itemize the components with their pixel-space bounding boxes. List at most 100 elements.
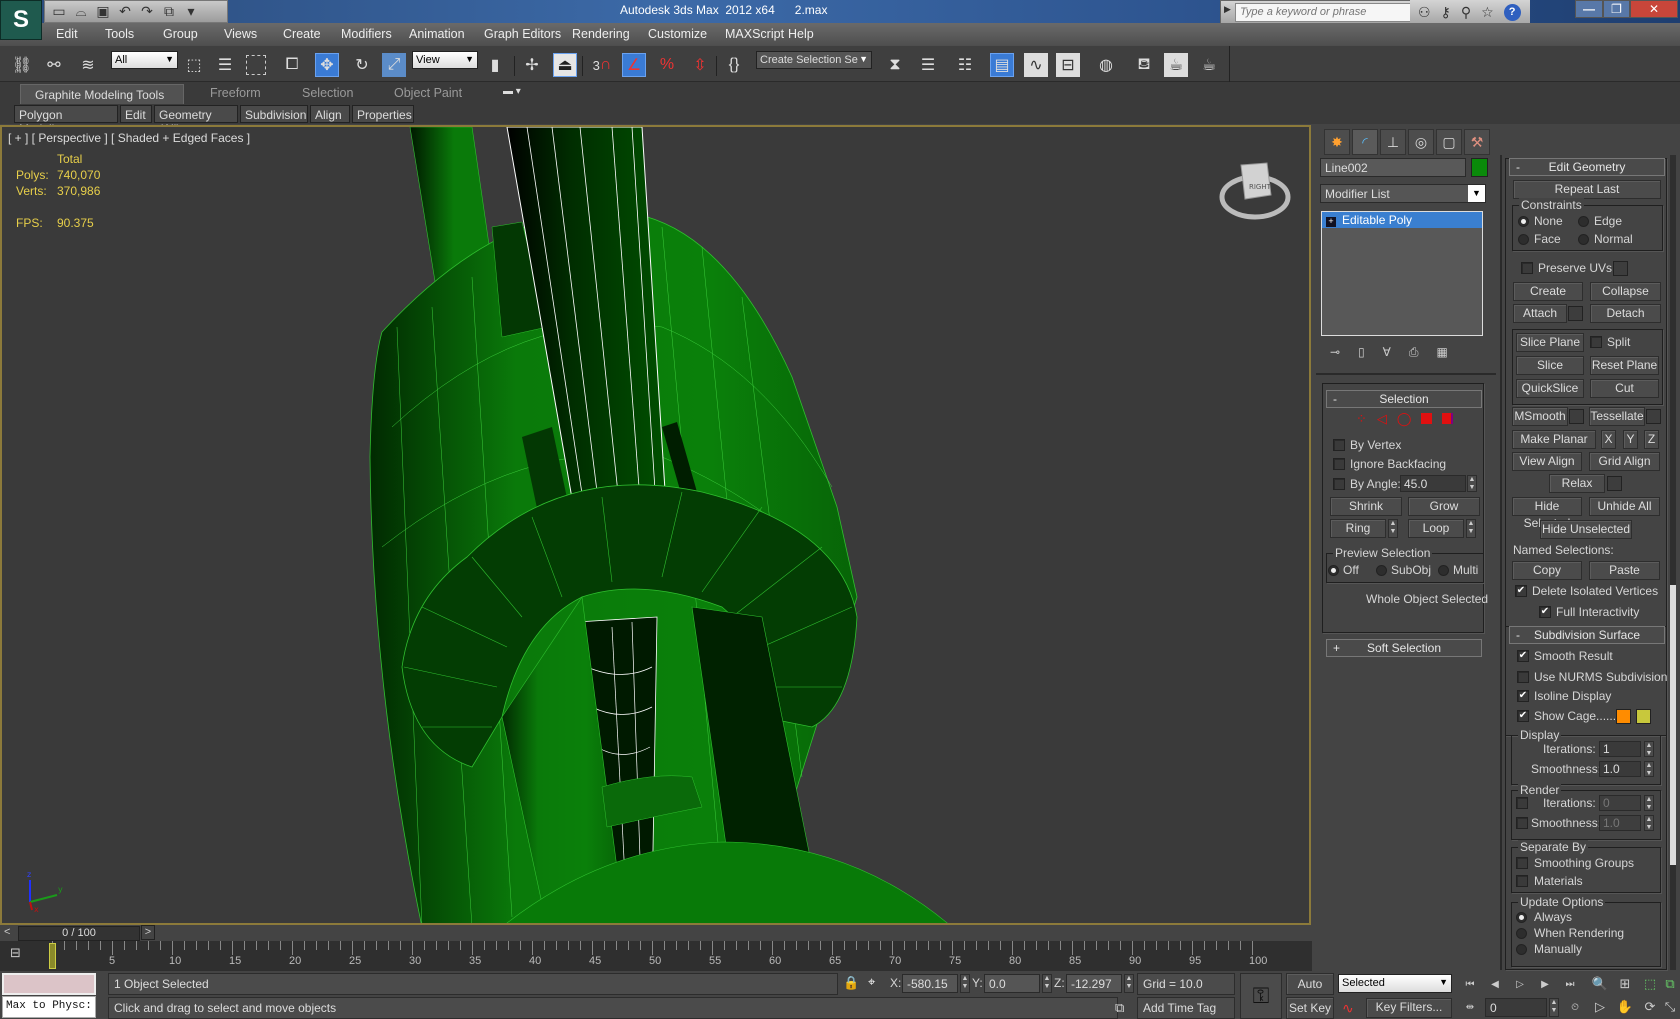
subdivision-surface-header[interactable]: - Subdivision Surface <box>1509 626 1665 644</box>
menu-rendering[interactable]: Rendering <box>572 27 630 41</box>
collapse-button[interactable]: Collapse <box>1590 282 1661 301</box>
bind-space-warp-icon[interactable]: ≋ <box>76 53 100 77</box>
display-icon[interactable]: ▢ <box>1436 129 1462 155</box>
tab-selection[interactable]: Selection <box>302 86 353 100</box>
set-keys-key-icon[interactable]: ⚿ <box>1240 973 1282 1019</box>
hide-unselected-button[interactable]: Hide Unselected <box>1540 520 1632 539</box>
utilities-icon[interactable]: ⚒ <box>1464 129 1490 155</box>
update-always-radio[interactable] <box>1516 912 1527 923</box>
render-smoothness-checkbox[interactable] <box>1516 817 1528 829</box>
pivot-center-icon[interactable]: ▮ <box>483 53 507 77</box>
preserve-uvs-checkbox[interactable] <box>1521 262 1533 274</box>
save-icon[interactable]: ▣ <box>95 3 111 20</box>
by-angle-input[interactable]: 45.0 <box>1400 475 1466 492</box>
menu-help[interactable]: Help <box>788 27 814 41</box>
menu-edit[interactable]: Edit <box>56 27 78 41</box>
search-input[interactable] <box>1235 2 1411 22</box>
key-filters-button[interactable]: Key Filters... <box>1366 998 1452 1018</box>
material-editor-icon[interactable]: ◍ <box>1094 53 1118 77</box>
modify-icon[interactable]: ◜ <box>1352 129 1378 155</box>
render-production-icon[interactable]: ☕ <box>1197 53 1221 77</box>
current-frame-field[interactable]: 0 <box>1485 998 1547 1017</box>
schematic-view-icon[interactable]: ⊟ <box>1056 53 1080 77</box>
cage-selection-color-swatch[interactable] <box>1636 709 1651 724</box>
select-and-move-icon[interactable]: ✥ <box>315 53 339 77</box>
relax-settings-button[interactable] <box>1607 476 1622 491</box>
maxscript-mini-listener[interactable]: Max to Physc: <box>2 996 96 1018</box>
scene-model[interactable] <box>2 127 1311 925</box>
layer-manager-icon[interactable]: ☷ <box>953 53 977 77</box>
project-icon[interactable]: ⧉ <box>161 3 177 20</box>
ribbon-properties[interactable]: Properties <box>352 105 414 123</box>
soft-selection-rollout-header[interactable]: + Soft Selection <box>1326 639 1482 657</box>
create-icon[interactable]: ✸ <box>1324 129 1350 155</box>
auto-key-button[interactable]: Auto Key <box>1286 973 1334 1011</box>
new-icon[interactable]: ▭ <box>51 3 67 20</box>
planar-z-button[interactable]: Z <box>1644 430 1659 449</box>
viewport-label[interactable]: [ + ] [ Perspective ] [ Shaded + Edged F… <box>8 131 250 145</box>
cut-button[interactable]: Cut <box>1590 379 1659 398</box>
msmooth-settings-button[interactable] <box>1569 409 1584 424</box>
modifier-list-dropdown[interactable]: Modifier List ▼ <box>1320 184 1486 203</box>
menu-animation[interactable]: Animation <box>409 27 465 41</box>
create-button[interactable]: Create <box>1513 282 1583 301</box>
smoothing-groups-checkbox[interactable] <box>1516 857 1528 869</box>
display-iterations-input[interactable]: 1 <box>1599 741 1641 757</box>
msmooth-button[interactable]: MSmooth <box>1512 407 1568 426</box>
detach-button[interactable]: Detach <box>1590 304 1661 323</box>
menu-customize[interactable]: Customize <box>648 27 707 41</box>
border-level-icon[interactable]: ◯ <box>1397 411 1412 427</box>
grid-align-button[interactable]: Grid Align <box>1589 452 1660 471</box>
time-configuration-icon[interactable]: ⏲ <box>1565 998 1585 1016</box>
object-name-field[interactable]: Line002 <box>1320 158 1466 177</box>
select-object-icon[interactable]: ⬚ <box>182 53 206 77</box>
play-icon[interactable]: ▷ <box>1510 975 1530 993</box>
slice-plane-button[interactable]: Slice Plane <box>1516 333 1584 352</box>
reset-plane-button[interactable]: Reset Plane <box>1590 356 1659 375</box>
use-nurms-checkbox[interactable] <box>1517 671 1529 683</box>
time-tag-icon[interactable]: ⧉ <box>1115 1000 1124 1016</box>
render-iterations-checkbox[interactable] <box>1516 797 1528 809</box>
by-vertex-checkbox[interactable] <box>1333 439 1345 451</box>
show-end-result-icon[interactable]: ▯ <box>1358 345 1365 361</box>
update-when-rendering-radio[interactable] <box>1516 928 1527 939</box>
curve-editor-icon[interactable]: ∿ <box>1024 53 1048 77</box>
align-icon[interactable]: ☰ <box>916 53 940 77</box>
reference-coordinate-dropdown[interactable]: View ▼ <box>412 51 478 69</box>
tab-freeform[interactable]: Freeform <box>210 86 261 100</box>
tessellate-settings-button[interactable] <box>1646 409 1661 424</box>
menu-group[interactable]: Group <box>163 27 198 41</box>
help-icon[interactable]: ? <box>1503 3 1521 21</box>
ribbon-align[interactable]: Align <box>310 105 350 123</box>
undo-icon[interactable]: ↶ <box>117 3 133 20</box>
y-coordinate-field[interactable]: 0.0 <box>984 974 1040 993</box>
ribbon-options-icon[interactable]: ▬ ▾ <box>503 86 521 97</box>
by-angle-spinner[interactable]: ▲ ▼ <box>1467 475 1477 492</box>
menu-views[interactable]: Views <box>224 27 257 41</box>
next-frame-button[interactable]: > <box>141 925 155 940</box>
ignore-backfacing-checkbox[interactable] <box>1333 458 1345 470</box>
maximize-viewport-icon[interactable]: ⤡ <box>1660 998 1680 1016</box>
named-selection-sets-dropdown[interactable]: Create Selection Se ▼ <box>756 51 872 69</box>
vertex-level-icon[interactable]: ⁘ <box>1356 411 1367 427</box>
configure-modifier-sets-icon[interactable]: ▦ <box>1437 345 1448 361</box>
absolute-mode-icon[interactable]: ⌖ <box>868 974 875 990</box>
scene-explorer-icon[interactable]: ▤ <box>990 53 1014 77</box>
pan-view-icon[interactable]: ✋ <box>1615 998 1635 1016</box>
y-spinner[interactable]: ▲ ▼ <box>1042 974 1052 993</box>
hierarchy-icon[interactable]: ⊥ <box>1380 129 1406 155</box>
edge-level-icon[interactable]: ◁ <box>1377 411 1387 427</box>
current-frame-spinner[interactable]: ▲ ▼ <box>1549 998 1559 1017</box>
render-iterations-input[interactable]: 0 <box>1599 795 1641 811</box>
ribbon-edit[interactable]: Edit <box>120 105 152 123</box>
render-smoothness-spinner[interactable]: ▲ ▼ <box>1644 815 1654 831</box>
menu-modifiers[interactable]: Modifiers <box>341 27 392 41</box>
edit-named-selection-icon[interactable]: {} <box>722 53 746 77</box>
time-cursor[interactable] <box>49 943 56 969</box>
constraint-edge-radio[interactable] <box>1578 216 1589 227</box>
slice-button[interactable]: Slice <box>1516 356 1584 375</box>
add-time-tag-button[interactable]: Add Time Tag <box>1137 997 1235 1019</box>
select-by-name-icon[interactable]: ☰ <box>213 53 237 77</box>
track-bar[interactable]: ⊟ 05101520253035404550556065707580859095… <box>0 941 1312 971</box>
loop-spinner[interactable]: ▲ ▼ <box>1466 519 1476 538</box>
